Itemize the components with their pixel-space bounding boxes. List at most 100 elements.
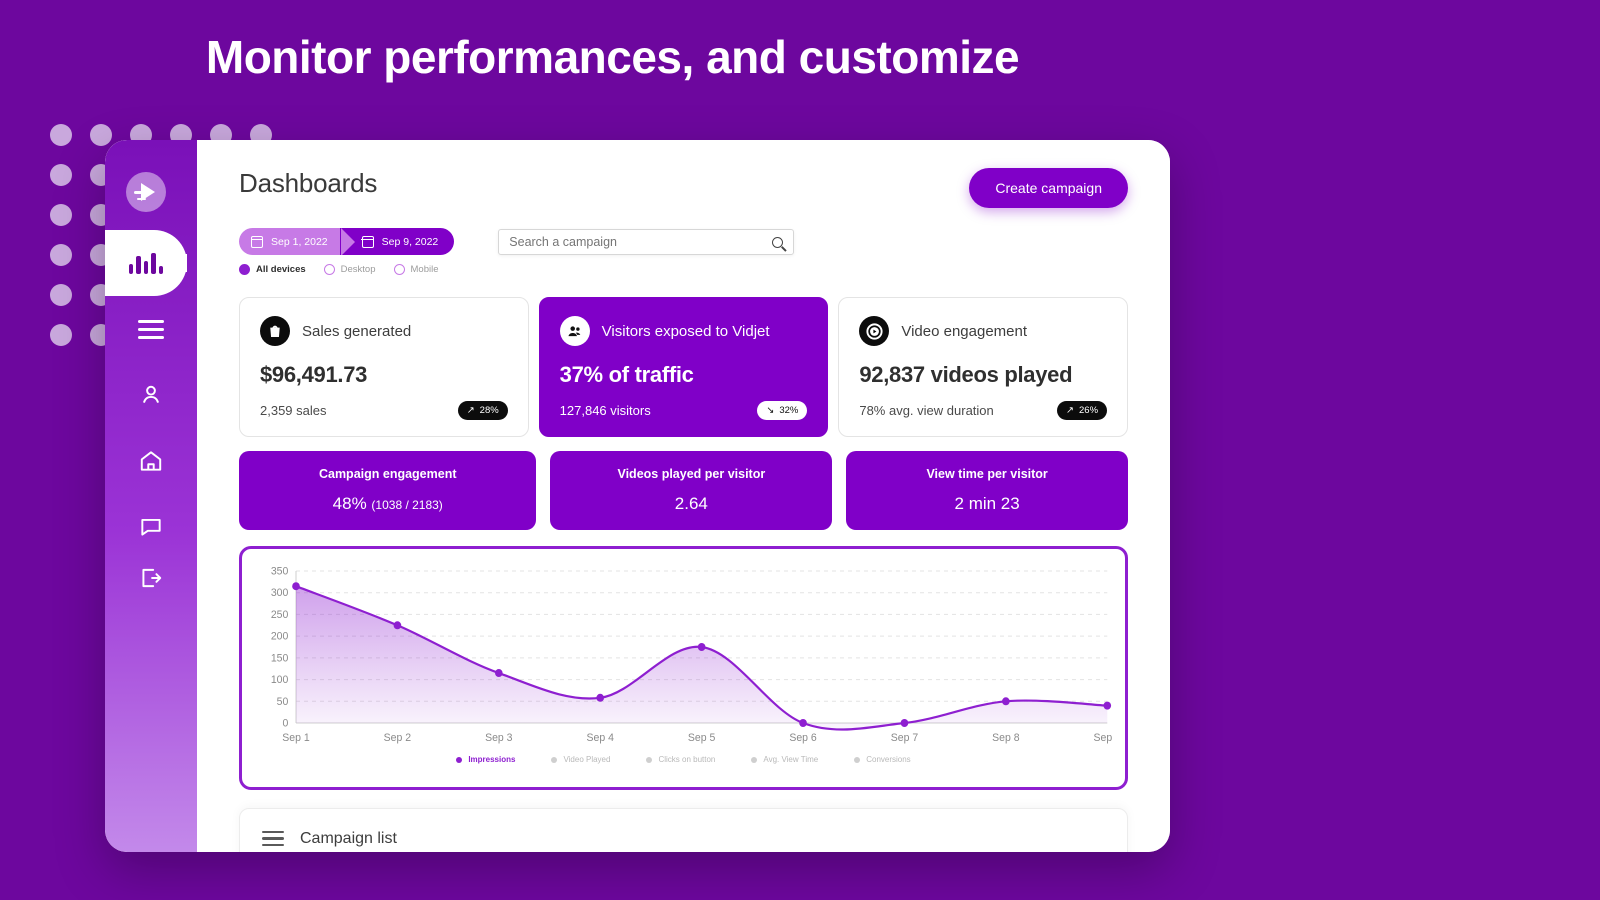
kpi-title: Visitors exposed to Vidjet [601, 322, 770, 340]
svg-text:Sep 8: Sep 8 [992, 732, 1019, 744]
device-filter-mobile[interactable]: Mobile [393, 264, 439, 275]
radio-icon [393, 264, 405, 275]
stat-detail: (1038 / 2183) [371, 498, 443, 512]
legend-item[interactable]: Conversions [854, 755, 911, 764]
radio-icon [323, 264, 335, 275]
kpi-card-visitors: Visitors exposed to Vidjet 37% of traffi… [538, 297, 829, 437]
legend-item[interactable]: Clicks on button [646, 755, 715, 764]
dashboard-header: Dashboards Create campaign [239, 168, 1128, 208]
calendar-icon [250, 235, 264, 248]
hamburger-menu-icon [138, 315, 164, 344]
date-to-label: Sep 9, 2022 [381, 235, 439, 248]
svg-text:50: 50 [277, 696, 289, 708]
legend-label: Impressions [468, 755, 516, 764]
dot [50, 164, 72, 186]
device-filter-group: All devices Desktop Mobile [239, 264, 454, 275]
legend-label: Clicks on button [658, 755, 716, 764]
stat-label: View time per visitor [926, 467, 1048, 481]
kpi-value: 92,837 videos played [859, 362, 1073, 387]
users-icon [559, 316, 590, 346]
date-range-to[interactable]: Sep 9, 2022 [339, 228, 455, 255]
sidebar [105, 140, 197, 852]
dashboards-title: Dashboards [239, 168, 378, 198]
svg-text:Sep 9: Sep 9 [1094, 732, 1113, 744]
sidebar-item-logo[interactable] [105, 158, 197, 230]
kpi-cards: Sales generated $96,491.73 2,359 sales ↗… [239, 297, 1129, 437]
stat-card-view-time-per-visitor: View time per visitor 2 min 23 [846, 451, 1128, 530]
radio-icon [239, 264, 250, 275]
search-input[interactable] [509, 235, 773, 249]
shopping-bag-icon [260, 316, 290, 346]
svg-text:Sep 1: Sep 1 [282, 732, 309, 744]
chat-bubble-icon [141, 518, 161, 536]
stat-label: Campaign engagement [318, 467, 457, 481]
date-range-from[interactable]: Sep 1, 2022 [239, 228, 354, 255]
device-filter-desktop[interactable]: Desktop [323, 264, 376, 275]
stat-value: 48% [332, 494, 367, 513]
legend-label: Avg. View Time [763, 755, 819, 764]
sidebar-item-analytics[interactable] [105, 230, 187, 296]
logout-icon [142, 568, 162, 588]
svg-text:250: 250 [271, 609, 289, 621]
chart-svg: 050100150200250300350 Sep 1 Sep 2 Sep 3 Sep… [271, 565, 1113, 744]
date-range-picker[interactable]: Sep 1, 2022 Sep 9, 2022 [239, 228, 455, 255]
arrow-down-icon: ↘ [766, 405, 775, 416]
campaign-list-header[interactable]: Campaign list [239, 808, 1128, 852]
dot [50, 324, 72, 346]
svg-text:Sep 6: Sep 6 [789, 732, 816, 744]
sidebar-item-account[interactable] [105, 362, 197, 428]
legend-dot [551, 756, 558, 763]
legend-item[interactable]: Video Played [551, 755, 610, 764]
legend-label: Conversions [866, 755, 911, 764]
vidjet-play-logo-icon [126, 172, 166, 212]
legend-item[interactable]: Avg. View Time [751, 755, 818, 764]
arrow-up-icon: ↗ [1066, 405, 1074, 416]
home-icon [140, 451, 162, 471]
list-icon [262, 827, 284, 850]
sidebar-item-logout[interactable] [105, 560, 197, 626]
search-campaign-box[interactable] [498, 229, 795, 255]
kpi-delta-value: 26% [1079, 405, 1099, 416]
play-circle-icon [859, 316, 890, 346]
stat-value: 2 min 23 [954, 494, 1020, 513]
dot [50, 204, 72, 226]
dashboard-main: Dashboards Create campaign Sep 1, 2022 S… [197, 140, 1170, 852]
sidebar-item-home[interactable] [105, 428, 197, 494]
kpi-delta-badge: ↘ 32% [757, 401, 808, 420]
stat-cards: Campaign engagement 48% (1038 / 2183) Vi… [239, 451, 1128, 530]
create-campaign-button[interactable]: Create campaign [969, 168, 1128, 208]
chart-legend: Impressions Video Played Clicks on butto… [254, 755, 1113, 764]
campaign-list-label: Campaign list [300, 829, 397, 847]
kpi-subtext: 127,846 visitors [559, 403, 651, 418]
legend-item[interactable]: Impressions [456, 755, 515, 764]
kpi-value: 37% of traffic [559, 362, 694, 387]
sidebar-item-feedback[interactable] [105, 494, 197, 560]
legend-dot [751, 756, 758, 763]
svg-text:Sep 2: Sep 2 [384, 732, 411, 744]
search-icon[interactable] [772, 236, 784, 248]
device-filter-all[interactable]: All devices [239, 264, 306, 275]
svg-text:200: 200 [271, 630, 289, 642]
kpi-card-video-engagement: Video engagement 92,837 videos played 78… [838, 297, 1129, 437]
sidebar-item-campaigns[interactable] [105, 296, 197, 362]
kpi-delta-value: 32% [779, 405, 799, 416]
dot [50, 124, 72, 146]
kpi-delta-badge: ↗ 26% [1057, 401, 1108, 420]
right-control-rail: Upload image Take a screenshot Text on t… [1224, 0, 1600, 900]
kpi-subtext: 2,359 sales [260, 403, 327, 418]
kpi-value: $96,491.73 [260, 362, 368, 387]
stat-value: 2.64 [674, 494, 708, 513]
kpi-title: Video engagement [901, 322, 1028, 340]
legend-dot [456, 756, 463, 763]
svg-text:300: 300 [271, 587, 289, 599]
date-from-label: Sep 1, 2022 [271, 235, 328, 248]
legend-dot [646, 756, 653, 763]
kpi-delta-badge: ↗ 28% [457, 401, 508, 420]
stat-card-campaign-engagement: Campaign engagement 48% (1038 / 2183) [239, 451, 537, 530]
dot [50, 284, 72, 306]
bar-chart-icon [128, 252, 164, 274]
device-label: All devices [256, 264, 306, 275]
stat-card-videos-per-visitor: Videos played per visitor 2.64 [550, 451, 833, 530]
calendar-icon [361, 235, 375, 248]
kpi-card-sales: Sales generated $96,491.73 2,359 sales ↗… [239, 297, 529, 437]
